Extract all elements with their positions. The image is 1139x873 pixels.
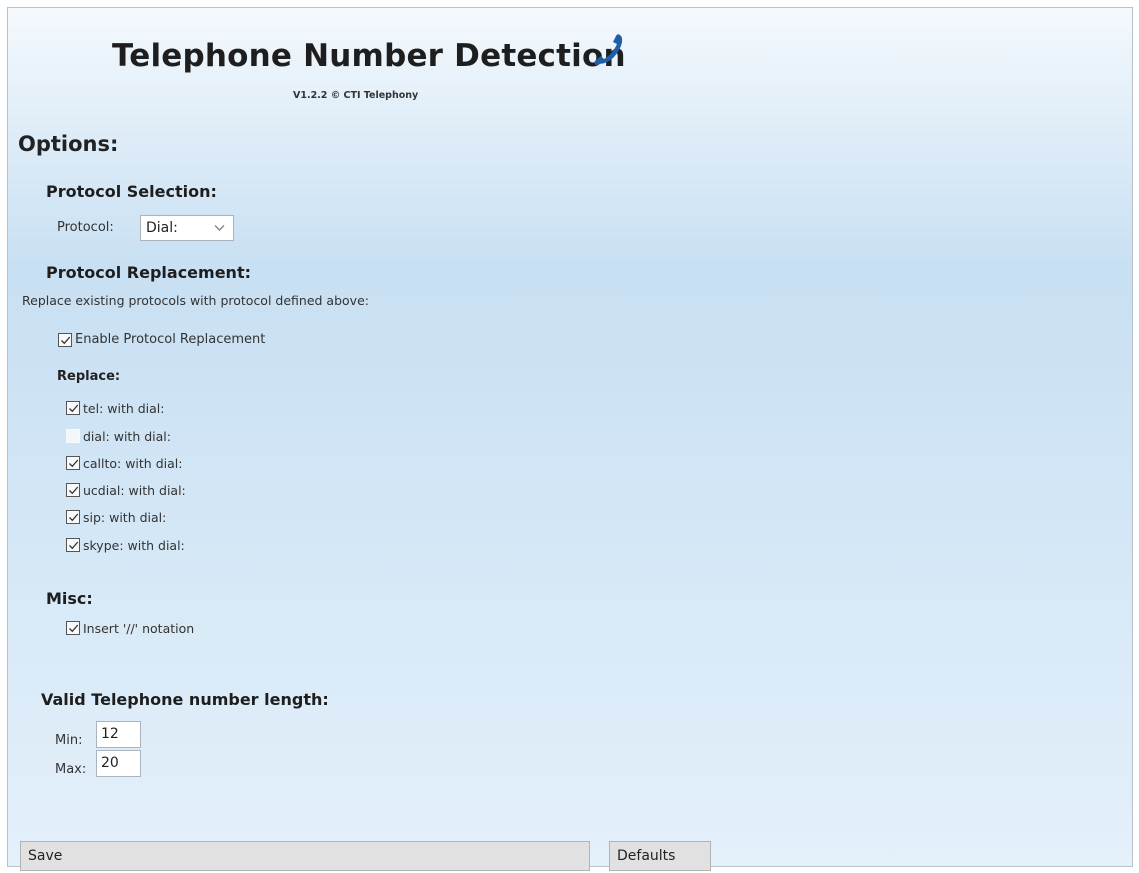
- replace-ucdial-checkbox[interactable]: [66, 483, 80, 497]
- defaults-button[interactable]: Defaults: [609, 841, 711, 871]
- enable-protocol-replacement-label: Enable Protocol Replacement: [75, 332, 266, 347]
- save-button[interactable]: Save: [20, 841, 590, 871]
- replace-skype-label: skype: with dial:: [83, 538, 185, 553]
- replace-ucdial-label: ucdial: with dial:: [83, 483, 186, 498]
- protocol-replacement-heading: Protocol Replacement:: [46, 263, 251, 282]
- valid-length-heading: Valid Telephone number length:: [41, 690, 329, 709]
- protocol-select[interactable]: Dial:: [140, 215, 234, 241]
- max-label: Max:: [55, 762, 87, 777]
- min-label: Min:: [55, 733, 83, 748]
- protocol-label: Protocol:: [57, 220, 114, 235]
- protocol-replacement-description: Replace existing protocols with protocol…: [22, 293, 369, 308]
- protocol-selection-heading: Protocol Selection:: [46, 182, 217, 201]
- replace-dial-checkbox[interactable]: [66, 429, 80, 443]
- protocol-select-value: Dial:: [146, 220, 178, 236]
- replace-callto-checkbox[interactable]: [66, 456, 80, 470]
- options-panel: Telephone Number Detection V1.2.2 © CTI …: [7, 7, 1133, 871]
- max-length-input[interactable]: 20: [96, 750, 141, 777]
- replace-dial-label: dial: with dial:: [83, 429, 171, 444]
- replace-sip-label: sip: with dial:: [83, 510, 167, 525]
- replace-sip-checkbox[interactable]: [66, 510, 80, 524]
- insert-notation-checkbox[interactable]: [66, 621, 80, 635]
- page-title: Telephone Number Detection: [112, 38, 626, 74]
- phone-handset-icon: [591, 30, 629, 70]
- replace-callto-label: callto: with dial:: [83, 456, 183, 471]
- replace-heading: Replace:: [57, 369, 121, 384]
- options-heading: Options:: [18, 132, 119, 156]
- replace-tel-label: tel: with dial:: [83, 401, 165, 416]
- insert-notation-label: Insert '//' notation: [83, 621, 195, 636]
- misc-heading: Misc:: [46, 589, 93, 608]
- replace-tel-checkbox[interactable]: [66, 401, 80, 415]
- replace-skype-checkbox[interactable]: [66, 538, 80, 552]
- enable-protocol-replacement-checkbox[interactable]: [58, 333, 72, 347]
- version-text: V1.2.2 © CTI Telephony: [293, 90, 419, 101]
- chevron-down-icon: [214, 222, 225, 235]
- min-length-input[interactable]: 12: [96, 721, 141, 748]
